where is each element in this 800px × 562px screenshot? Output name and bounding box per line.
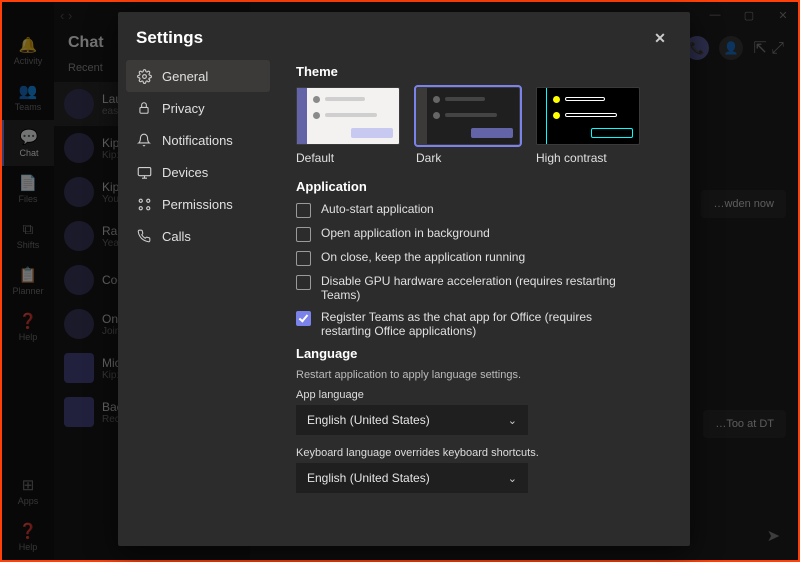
checkbox-label: Auto-start application [321, 202, 434, 216]
language-subtext: Restart application to apply language se… [296, 369, 672, 381]
checkbox-row: On close, keep the application running [296, 250, 672, 266]
checkbox-row: Auto-start application [296, 202, 672, 218]
settings-content: Theme Default [278, 58, 690, 546]
theme-label: Default [296, 145, 400, 165]
sidebar-item-permissions[interactable]: Permissions [126, 188, 270, 220]
keyboard-language-label: Keyboard language overrides keyboard sho… [296, 447, 672, 459]
theme-option-high-contrast[interactable]: High contrast [536, 87, 640, 165]
checkbox-row: Register Teams as the chat app for Offic… [296, 310, 672, 338]
theme-option-default[interactable]: Default [296, 87, 400, 165]
sidebar-item-notifications[interactable]: Notifications [126, 124, 270, 156]
sidebar-item-privacy[interactable]: Privacy [126, 92, 270, 124]
theme-heading: Theme [296, 64, 672, 79]
dropdown-value: English (United States) [307, 471, 430, 485]
checkbox[interactable] [296, 311, 311, 326]
checkbox-label: Disable GPU hardware acceleration (requi… [321, 274, 641, 302]
monitor-icon [136, 165, 152, 180]
permissions-icon [136, 197, 152, 212]
checkbox[interactable] [296, 275, 311, 290]
checkbox-label: Register Teams as the chat app for Offic… [321, 310, 641, 338]
bell-icon [136, 133, 152, 147]
dialog-close-button[interactable]: ✕ [648, 26, 672, 50]
sidebar-item-label: Notifications [162, 133, 233, 148]
sidebar-item-calls[interactable]: Calls [126, 220, 270, 252]
settings-dialog: Settings ✕ General Privacy Notifications… [118, 12, 690, 546]
sidebar-item-label: Devices [162, 165, 208, 180]
checkbox[interactable] [296, 251, 311, 266]
chevron-down-icon: ⌄ [508, 414, 517, 427]
checkbox-label: On close, keep the application running [321, 250, 525, 264]
sidebar-item-label: General [162, 69, 208, 84]
sidebar-item-label: Privacy [162, 101, 205, 116]
checkbox[interactable] [296, 227, 311, 242]
keyboard-language-dropdown[interactable]: English (United States) ⌄ [296, 463, 528, 493]
theme-option-dark[interactable]: Dark [416, 87, 520, 165]
chevron-down-icon: ⌄ [508, 472, 517, 485]
checkbox-row: Open application in background [296, 226, 672, 242]
checkbox[interactable] [296, 203, 311, 218]
language-heading: Language [296, 346, 672, 361]
sidebar-item-label: Permissions [162, 197, 233, 212]
phone-icon [136, 229, 152, 243]
sidebar-item-devices[interactable]: Devices [126, 156, 270, 188]
dialog-title: Settings [136, 28, 203, 48]
app-language-dropdown[interactable]: English (United States) ⌄ [296, 405, 528, 435]
checkbox-row: Disable GPU hardware acceleration (requi… [296, 274, 672, 302]
settings-sidebar: General Privacy Notifications Devices Pe… [118, 58, 278, 546]
lock-icon [136, 101, 152, 115]
dropdown-value: English (United States) [307, 413, 430, 427]
gear-icon [136, 69, 152, 84]
checkbox-label: Open application in background [321, 226, 490, 240]
sidebar-item-label: Calls [162, 229, 191, 244]
theme-label: Dark [416, 145, 520, 165]
sidebar-item-general[interactable]: General [126, 60, 270, 92]
application-heading: Application [296, 179, 672, 194]
theme-label: High contrast [536, 145, 640, 165]
app-language-label: App language [296, 389, 672, 401]
